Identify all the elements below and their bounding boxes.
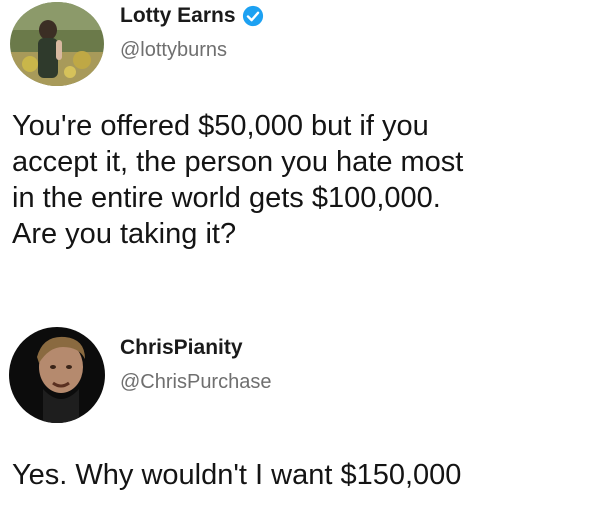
tweet-text-line: Are you taking it? [12,218,237,250]
user-handle[interactable]: @ChrisPurchase [120,371,271,394]
tweet-text-line: accept it, the person you hate most [12,146,464,178]
display-name[interactable]: Lotty Earns [120,4,236,28]
verified-badge-icon [242,5,263,27]
name-row: Lotty Earns [120,4,264,28]
tweet-text-line: in the entire world gets $100,000. [12,182,441,214]
tweet-body: Yes. Why wouldn't I want $150,000 [12,459,462,491]
tweet-text-line: You're offered $50,000 but if you [12,110,429,142]
user-handle[interactable]: @lottyburns [120,39,227,62]
avatar[interactable] [10,2,104,86]
tweet-reply: ChrisPianity @ChrisPurchase Yes. Why wou… [0,310,593,509]
tweet-original: Lotty Earns @lottyburns You're offered $… [0,0,593,300]
profile-photo-icon [10,2,104,86]
display-name[interactable]: ChrisPianity [120,336,243,360]
avatar[interactable] [9,327,105,423]
profile-photo-icon [9,327,105,423]
tweet-body: You're offered $50,000 but if you accept… [12,108,582,252]
